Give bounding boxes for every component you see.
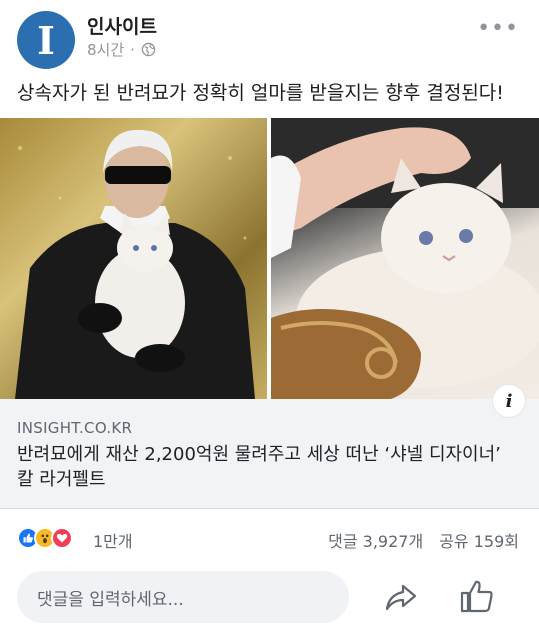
share-count[interactable]: 공유 159회 [439,528,519,552]
post-time[interactable]: 8시간 [87,39,124,60]
link-preview-image[interactable]: i [0,118,539,417]
page-avatar[interactable]: I [17,11,75,69]
link-domain: INSIGHT.CO.KR [17,419,133,437]
reactions-bar: 1만개 댓글 3,927개 공유 159회 [0,520,539,560]
comment-count[interactable]: 댓글 3,927개 [328,528,423,552]
post-stats: 댓글 3,927개 공유 159회 [328,528,519,552]
like-button-icon[interactable] [459,578,495,614]
info-icon[interactable]: i [493,385,525,417]
reaction-icons[interactable] [17,527,73,549]
love-icon [51,527,73,549]
photo-man-with-cat [0,118,267,399]
comment-input[interactable]: 댓글을 입력하세요... [17,571,349,623]
post-meta: 8시간 · [87,39,156,60]
share-icon[interactable] [384,580,418,614]
more-options-button[interactable]: ••• [477,16,519,41]
meta-separator: · [130,40,135,59]
post-text: 상속자가 된 반려묘가 정확히 얼마를 받을지는 향후 결정된다! [17,82,504,104]
page-name[interactable]: 인사이트 [87,12,157,39]
globe-icon [141,42,156,57]
link-title[interactable]: 반려묘에게 재산 2,200억원 물려주고 세상 떠난 ‘샤넬 디자이너’ 칼 … [17,442,517,492]
reaction-count[interactable]: 1만개 [93,528,133,552]
link-preview-box[interactable]: INSIGHT.CO.KR 반려묘에게 재산 2,200억원 물려주고 세상 떠… [0,399,539,509]
post-footer: 댓글을 입력하세요... [0,566,539,628]
photo-cat-closeup [271,118,539,399]
post-header: I 인사이트 8시간 · ••• [0,0,539,76]
